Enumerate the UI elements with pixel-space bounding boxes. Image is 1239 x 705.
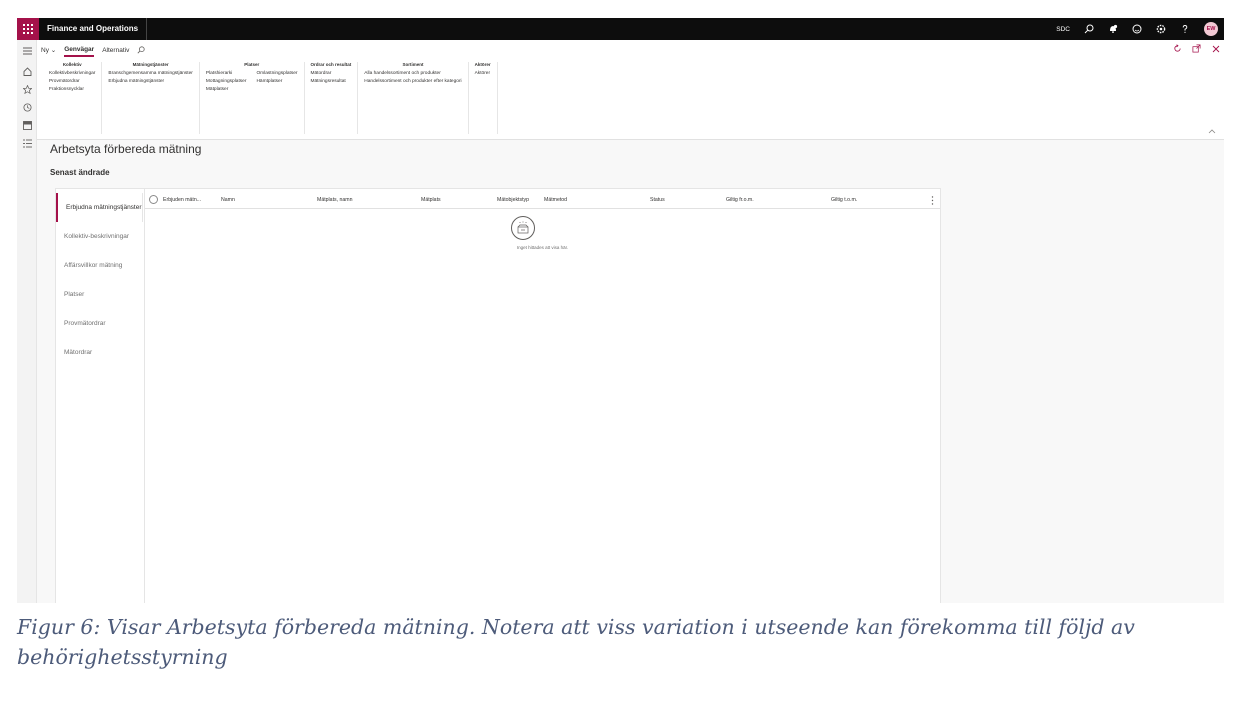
tab-options[interactable]: Alternativ xyxy=(102,47,129,56)
link-reception-places[interactable]: Mottagningsplatser xyxy=(206,79,247,84)
modules-list-icon[interactable] xyxy=(22,138,32,148)
group-actors: Aktörer Aktörer xyxy=(469,62,498,134)
column-header-valid-from[interactable]: Giltig fr.o.m. xyxy=(726,197,754,203)
link-place-hierarchy[interactable]: Platshierarki xyxy=(206,71,247,76)
figure-caption: Figur 6: Visar Arbetsyta förbereda mätni… xyxy=(17,615,1135,669)
tab-shortcuts[interactable]: Genvägar xyxy=(64,46,95,57)
column-header-name[interactable]: Namn xyxy=(221,197,235,203)
page-title: Arbetsyta förbereda mätning xyxy=(50,142,202,156)
link-measurement-places[interactable]: Mätplatser xyxy=(206,87,247,92)
document-page: Finance and Operations SDC EW Ny ⌄ Genvä… xyxy=(0,0,1239,705)
topbar-actions: SDC EW xyxy=(1056,18,1218,40)
collapse-ribbon-icon[interactable] xyxy=(1208,127,1216,135)
link-measurement-results[interactable]: Mätningsresultat xyxy=(311,79,346,84)
app-launcher-button[interactable] xyxy=(17,18,39,40)
link-offered-services[interactable]: Erbjudna mätningstjänster xyxy=(108,79,193,84)
notification-icon[interactable] xyxy=(1108,24,1118,34)
group-title: Sortiment xyxy=(402,62,424,67)
link-measurement-orders[interactable]: Mätordrar xyxy=(311,71,346,76)
action-pane: Ny ⌄ Genvägar Alternativ Kollektiv Kolle… xyxy=(37,40,1224,140)
link-industry-services[interactable]: Branschgemensamma mätningstjänster xyxy=(108,71,193,76)
column-header-place[interactable]: Mätplats xyxy=(421,197,441,203)
search-icon[interactable] xyxy=(137,46,145,56)
workspace-icon[interactable] xyxy=(22,120,32,130)
link-pickup-places[interactable]: Hämtplatser xyxy=(256,79,297,84)
tab-sample-orders[interactable]: Provmätordrar xyxy=(56,309,143,338)
star-icon[interactable] xyxy=(22,84,32,94)
group-title: Mätningstjänster xyxy=(132,62,169,67)
company-picker[interactable]: SDC xyxy=(1056,26,1070,33)
smiley-icon[interactable] xyxy=(1132,24,1142,34)
link-collective-descriptions[interactable]: Kollektivbeskrivningar xyxy=(49,71,95,76)
link-actors[interactable]: Aktörer xyxy=(475,71,490,76)
group-orders-results: Ordrar och resultat Mätordrar Mätningsre… xyxy=(305,62,359,134)
left-navigation xyxy=(17,40,37,603)
gear-icon[interactable] xyxy=(1156,24,1166,34)
link-transshipment-places[interactable]: Omlastningsplatser xyxy=(256,71,297,76)
refresh-icon[interactable] xyxy=(1173,44,1182,53)
tab-business-terms[interactable]: Affärsvillkor mätning xyxy=(56,251,143,280)
link-assortments-by-category[interactable]: Handelssortiment och produkter efter kat… xyxy=(364,79,461,84)
action-pane-tabs: Ny ⌄ Genvägar Alternativ xyxy=(41,44,145,58)
link-sample-orders[interactable]: Provmätordrar xyxy=(49,79,95,84)
link-all-assortments[interactable]: Alla handelssortiment och produkter xyxy=(364,71,461,76)
group-title: Kollektiv xyxy=(62,62,82,67)
column-header-status[interactable]: Status xyxy=(650,197,665,203)
top-bar: Finance and Operations SDC EW xyxy=(17,18,1224,40)
link-fraction-keys[interactable]: Fraktionsnycklar xyxy=(49,87,95,92)
app-title[interactable]: Finance and Operations xyxy=(47,18,148,40)
hamburger-icon[interactable] xyxy=(22,46,32,56)
group-measurement-services: Mätningstjänster Branschgemensamma mätni… xyxy=(102,62,200,134)
grid-header: Erbjuden mätn... Namn Mätplats, namn Mät… xyxy=(145,191,940,209)
tab-measurement-orders[interactable]: Mätordrar xyxy=(56,338,143,367)
group-places: Platser Platshierarki Mottagningsplatser… xyxy=(200,62,305,134)
group-assortment: Sortiment Alla handelssortiment och prod… xyxy=(358,62,469,134)
more-options-icon[interactable] xyxy=(930,195,934,205)
tab-offered-services[interactable]: Erbjudna mätningstjänster xyxy=(56,193,143,222)
empty-box-icon xyxy=(511,216,535,240)
vertical-tabs: Erbjudna mätningstjänster Kollektiv-besk… xyxy=(56,189,143,603)
section-title: Senast ändrade xyxy=(50,168,110,177)
group-title: Aktörer xyxy=(474,62,491,67)
tab-collective-descriptions[interactable]: Kollektiv-beskrivningar xyxy=(56,222,143,251)
tab-new[interactable]: Ny ⌄ xyxy=(41,46,56,56)
help-icon[interactable] xyxy=(1180,24,1190,34)
column-header-object-type[interactable]: Mätobjektstyp xyxy=(497,197,529,203)
column-header-offered-service[interactable]: Erbjuden mätn... xyxy=(163,197,201,203)
empty-message: Inget hittades att visa här. xyxy=(516,245,569,250)
column-header-method[interactable]: Mätmetod xyxy=(544,197,567,203)
column-header-valid-to[interactable]: Giltig t.o.m. xyxy=(831,197,857,203)
home-icon[interactable] xyxy=(22,66,32,76)
group-title: Platser xyxy=(244,62,260,67)
group-title: Ordrar och resultat xyxy=(310,62,352,67)
waffle-icon xyxy=(23,24,33,34)
chevron-down-icon: ⌄ xyxy=(50,47,57,54)
screenshot: Finance and Operations SDC EW Ny ⌄ Genvä… xyxy=(17,18,1224,603)
recently-changed-panel: Erbjudna mätningstjänster Kollektiv-besk… xyxy=(55,188,941,603)
open-new-window-icon[interactable] xyxy=(1192,44,1201,53)
tab-places[interactable]: Platser xyxy=(56,280,143,309)
avatar[interactable]: EW xyxy=(1204,22,1218,36)
column-header-place-name[interactable]: Mätplats, namn xyxy=(317,197,352,203)
group-collectives: Kollektiv Kollektivbeskrivningar Provmät… xyxy=(43,62,103,134)
clock-icon[interactable] xyxy=(22,102,32,112)
close-icon[interactable] xyxy=(1211,44,1220,53)
select-all-checkbox[interactable] xyxy=(149,195,158,204)
page-actions xyxy=(1173,44,1220,53)
data-grid: Erbjuden mätn... Namn Mätplats, namn Mät… xyxy=(144,189,940,603)
ribbon-groups: Kollektiv Kollektivbeskrivningar Provmät… xyxy=(43,62,498,134)
search-icon[interactable] xyxy=(1084,24,1094,34)
